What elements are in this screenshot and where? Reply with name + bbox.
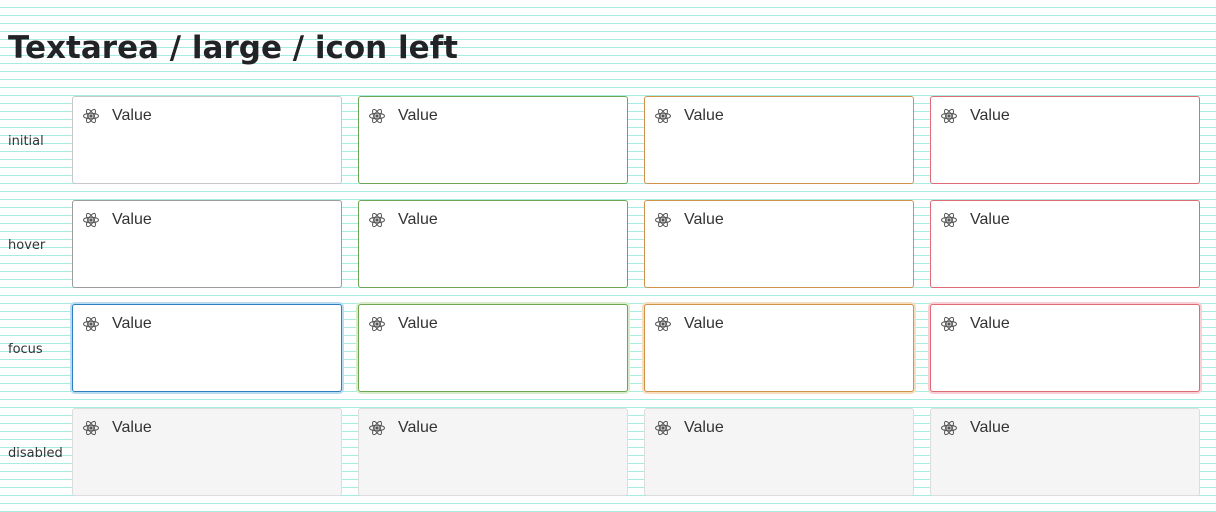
textarea-default-focus[interactable]: Value	[72, 304, 342, 392]
textarea-success-focus[interactable]: Value	[358, 304, 628, 392]
atom-icon	[940, 419, 958, 437]
atom-icon	[368, 315, 386, 333]
atom-icon	[654, 211, 672, 229]
textarea-value: Value	[684, 107, 724, 124]
atom-icon	[368, 419, 386, 437]
textarea-value: Value	[970, 315, 1010, 332]
atom-icon	[82, 107, 100, 125]
atom-icon	[940, 211, 958, 229]
textarea-value: Value	[684, 211, 724, 228]
textarea-warning-initial[interactable]: Value	[644, 96, 914, 184]
textarea-value: Value	[112, 315, 152, 332]
atom-icon	[654, 419, 672, 437]
atom-icon	[654, 315, 672, 333]
textarea-value: Value	[684, 315, 724, 332]
textarea-error-hover[interactable]: Value	[930, 200, 1200, 288]
textarea-default-hover[interactable]: Value	[72, 200, 342, 288]
textarea-error-initial[interactable]: Value	[930, 96, 1200, 184]
textarea-error-focus[interactable]: Value	[930, 304, 1200, 392]
textarea-default-disabled: Value	[72, 408, 342, 496]
textarea-success-disabled: Value	[358, 408, 628, 496]
row-label-initial: initial	[8, 134, 44, 149]
textarea-value: Value	[398, 419, 438, 436]
page-title: Textarea / large / icon left	[8, 30, 458, 66]
textarea-warning-hover[interactable]: Value	[644, 200, 914, 288]
textarea-error-disabled: Value	[930, 408, 1200, 496]
textarea-value: Value	[398, 315, 438, 332]
textarea-value: Value	[970, 107, 1010, 124]
textarea-value: Value	[398, 211, 438, 228]
row-label-disabled: disabled	[8, 446, 63, 461]
atom-icon	[654, 107, 672, 125]
textarea-value: Value	[398, 107, 438, 124]
atom-icon	[82, 315, 100, 333]
textarea-value: Value	[970, 211, 1010, 228]
atom-icon	[82, 211, 100, 229]
textarea-warning-disabled: Value	[644, 408, 914, 496]
textarea-warning-focus[interactable]: Value	[644, 304, 914, 392]
atom-icon	[368, 211, 386, 229]
textarea-value: Value	[970, 419, 1010, 436]
textarea-success-initial[interactable]: Value	[358, 96, 628, 184]
atom-icon	[940, 107, 958, 125]
textarea-value: Value	[112, 211, 152, 228]
textarea-default-initial[interactable]: Value	[72, 96, 342, 184]
textarea-value: Value	[112, 419, 152, 436]
atom-icon	[940, 315, 958, 333]
atom-icon	[82, 419, 100, 437]
row-label-focus: focus	[8, 342, 43, 357]
atom-icon	[368, 107, 386, 125]
textarea-value: Value	[684, 419, 724, 436]
row-label-hover: hover	[8, 238, 46, 253]
textarea-value: Value	[112, 107, 152, 124]
textarea-success-hover[interactable]: Value	[358, 200, 628, 288]
